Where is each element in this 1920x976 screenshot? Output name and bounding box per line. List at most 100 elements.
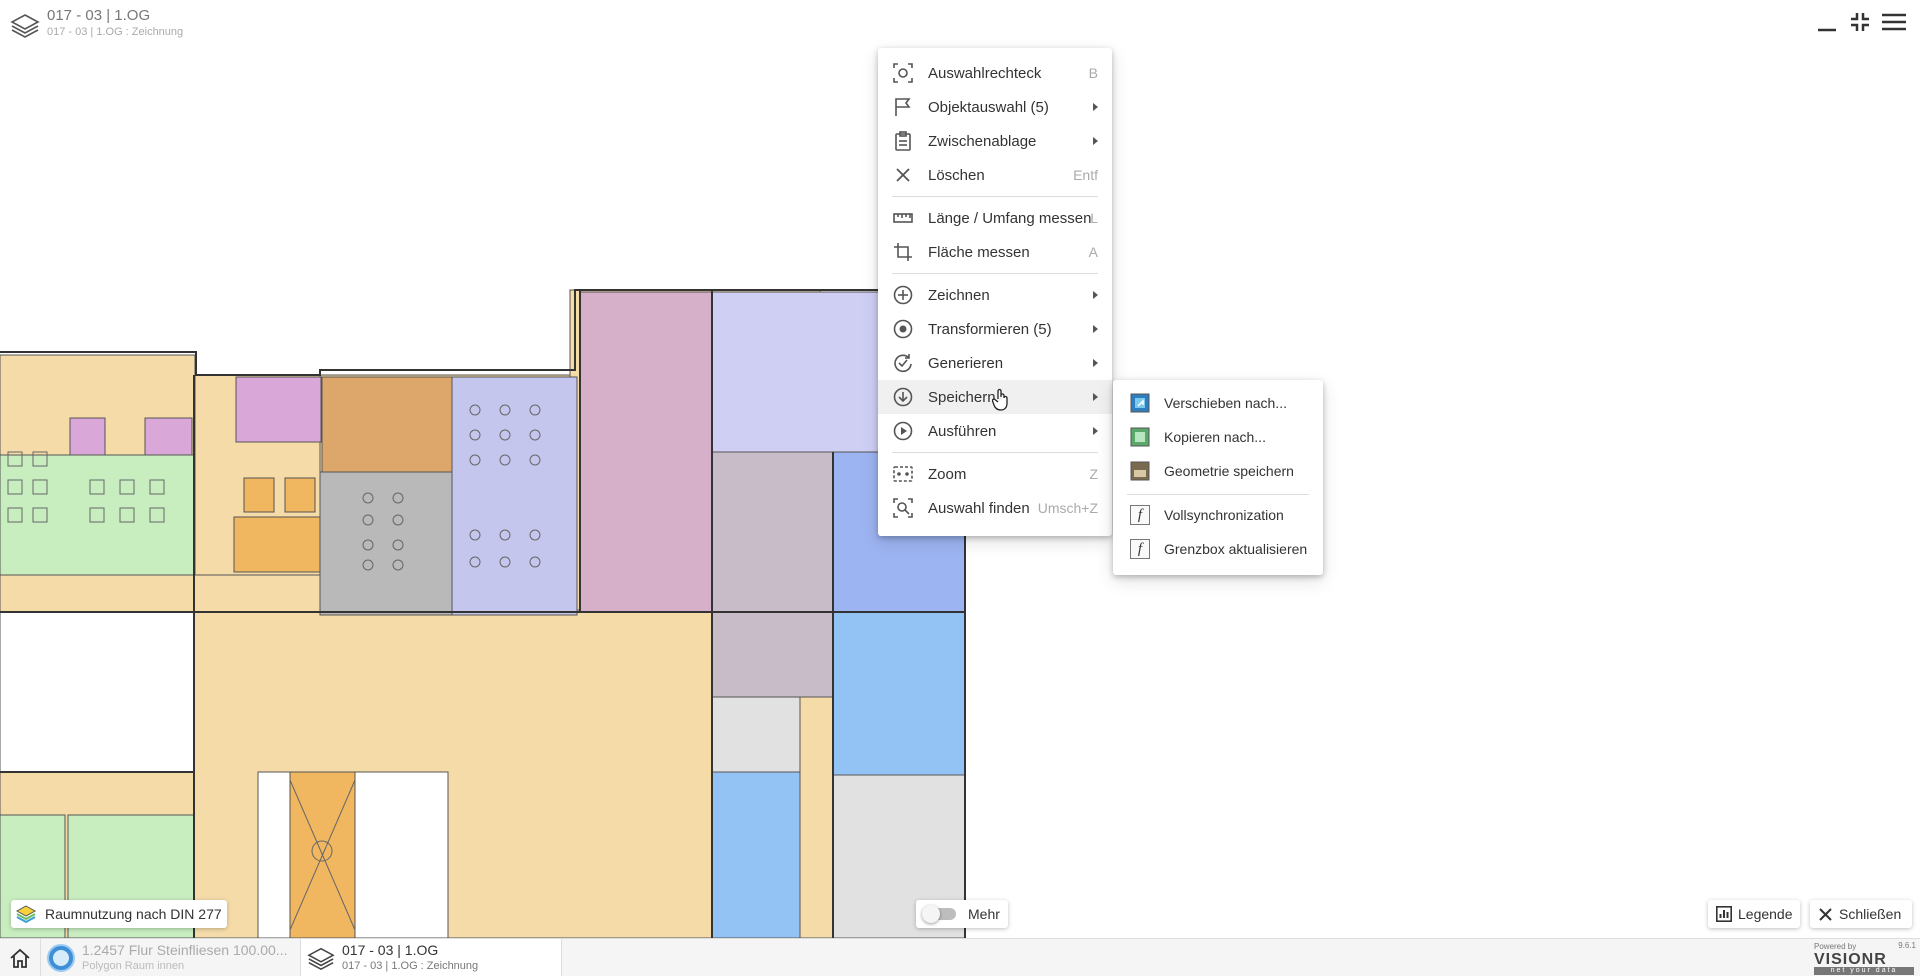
menu-item-label: Zoom <box>928 465 967 483</box>
powered-by-label: Powered by <box>1814 942 1857 951</box>
context-menu: Auswahlrechteck B Objektauswahl (5) Zwis… <box>878 48 1112 536</box>
selection-rectangle-icon <box>893 63 913 83</box>
menu-item-label: Zwischenablage <box>928 132 1037 150</box>
menu-item-objektauswahl[interactable]: Objektauswahl (5) <box>878 90 1112 124</box>
room-magenta-3 <box>235 376 322 443</box>
ruler-icon <box>893 213 913 223</box>
room-pink <box>579 291 713 613</box>
visionr-logo: Powered by 9.6.1 VISIONR net your data <box>1812 941 1918 975</box>
menu-item-laenge-messen[interactable]: Länge / Umfang messen L <box>878 201 1112 235</box>
speichern-submenu: Verschieben nach... Kopieren nach... Geo… <box>1113 380 1323 575</box>
layers-stack-icon <box>16 905 36 924</box>
page-subtitle: 017 - 03 | 1.OG : Zeichnung <box>47 26 184 38</box>
submenu-arrow-icon <box>1093 427 1098 435</box>
app-header: 017 - 03 | 1.OG 017 - 03 | 1.OG : Zeichn… <box>0 0 1920 50</box>
hamburger-menu-icon[interactable] <box>1882 12 1906 32</box>
mehr-toggle-switch[interactable] <box>922 905 956 923</box>
minimize-icon[interactable] <box>1818 12 1836 32</box>
bar-chart-icon <box>1716 906 1732 922</box>
refresh-check-icon <box>894 354 912 373</box>
menu-item-ausfuehren[interactable]: Ausführen <box>878 414 1112 448</box>
selected-object-title: 1.2457 Flur Steinfliesen 100.00... <box>82 942 288 958</box>
room-mauve <box>711 451 834 698</box>
submenu-item-label: Grenzbox aktualisieren <box>1164 541 1308 557</box>
room-magenta-1 <box>69 417 106 456</box>
function-icon: f <box>1130 539 1150 559</box>
menu-item-label: Zeichnen <box>928 286 990 304</box>
menu-item-flaeche-messen[interactable]: Fläche messen A <box>878 235 1112 269</box>
selected-object-subtitle: Polygon Raum innen <box>82 960 185 972</box>
legende-button[interactable]: Legende <box>1708 900 1800 928</box>
submenu-item-label: Vollsynchronization <box>1164 507 1284 523</box>
menu-item-label: Löschen <box>928 166 985 184</box>
flag-icon <box>895 98 911 116</box>
copy-layer-icon <box>1130 427 1150 447</box>
menu-item-auswahlrechteck[interactable]: Auswahlrechteck B <box>878 56 1112 90</box>
menu-item-zoom[interactable]: Zoom Z <box>878 457 1112 491</box>
page-title: 017 - 03 | 1.OG <box>47 7 151 24</box>
menu-item-generieren[interactable]: Generieren <box>878 346 1112 380</box>
submenu-arrow-icon <box>1093 103 1098 111</box>
selected-object-tab[interactable]: 1.2457 Flur Steinfliesen 100.00... Polyg… <box>42 939 300 976</box>
menu-item-auswahl-finden[interactable]: Auswahl finden Umsch+Z <box>878 491 1112 525</box>
close-icon <box>896 168 910 182</box>
raumnutzung-layer-chip[interactable]: Raumnutzung nach DIN 277 <box>11 900 227 928</box>
menu-item-label: Objektauswahl (5) <box>928 98 1049 116</box>
layer-subtitle: 017 - 03 | 1.OG : Zeichnung <box>342 960 479 972</box>
collapse-icon[interactable] <box>1850 12 1870 32</box>
submenu-item-vollsynchronization[interactable]: f Vollsynchronization <box>1113 498 1323 532</box>
room-orange <box>321 376 453 473</box>
layer-title: 017 - 03 | 1.OG <box>342 942 439 958</box>
menu-divider <box>892 273 1098 274</box>
menu-item-loeschen[interactable]: Löschen Entf <box>878 158 1112 192</box>
room-light-gray-1 <box>711 696 801 773</box>
menu-item-label: Transformieren (5) <box>928 320 1052 338</box>
room-blue-right <box>832 611 966 776</box>
menu-item-label: Ausführen <box>928 422 997 440</box>
schliessen-button[interactable]: Schließen <box>1810 900 1912 928</box>
room-magenta-2 <box>144 417 193 456</box>
menu-item-label: Generieren <box>928 354 1004 372</box>
submenu-item-geometrie-speichern[interactable]: Geometrie speichern <box>1113 454 1323 488</box>
shortcut-label: Z <box>1089 466 1098 482</box>
room-corridor-strip <box>799 696 834 938</box>
bar-divider <box>561 939 562 976</box>
mehr-label: Mehr <box>968 906 1000 922</box>
find-selection-icon <box>893 498 913 518</box>
submenu-item-verschieben[interactable]: Verschieben nach... <box>1113 386 1323 420</box>
download-circle-icon <box>893 387 913 407</box>
room-blue-bottom <box>711 771 801 938</box>
submenu-arrow-icon <box>1093 325 1098 333</box>
move-layer-icon <box>1130 393 1150 413</box>
function-icon: f <box>1130 505 1150 525</box>
submenu-arrow-icon <box>1093 291 1098 299</box>
menu-divider <box>892 452 1098 453</box>
crop-icon <box>894 243 912 261</box>
menu-item-zeichnen[interactable]: Zeichnen <box>878 278 1112 312</box>
menu-item-transformieren[interactable]: Transformieren (5) <box>878 312 1112 346</box>
menu-item-zwischenablage[interactable]: Zwischenablage <box>878 124 1112 158</box>
menu-item-speichern[interactable]: Speichern <box>878 380 1112 414</box>
home-icon[interactable] <box>9 948 31 968</box>
zoom-frame-icon <box>893 466 913 482</box>
save-geometry-icon <box>1130 461 1150 481</box>
shortcut-label: Umsch+Z <box>1037 500 1098 516</box>
submenu-arrow-icon <box>1093 359 1098 367</box>
layers-icon[interactable] <box>10 12 40 38</box>
brand-tagline: net your data <box>1814 967 1914 975</box>
plus-circle-icon <box>893 285 913 305</box>
courtyard-void <box>0 611 195 773</box>
mehr-toggle-chip[interactable]: Mehr <box>916 900 1008 928</box>
layer-tab[interactable]: 017 - 03 | 1.OG 017 - 03 | 1.OG : Zeichn… <box>301 939 561 976</box>
submenu-item-kopieren[interactable]: Kopieren nach... <box>1113 420 1323 454</box>
legende-label: Legende <box>1738 906 1793 922</box>
room-elevator-1 <box>243 477 275 513</box>
polygon-object-icon <box>47 944 75 972</box>
shortcut-label: B <box>1088 65 1098 81</box>
version-label: 9.6.1 <box>1898 941 1916 950</box>
submenu-item-grenzbox[interactable]: f Grenzbox aktualisieren <box>1113 532 1323 566</box>
menu-item-label: Speichern <box>928 388 996 406</box>
menu-item-label: Auswahlrechteck <box>928 64 1042 82</box>
submenu-item-label: Kopieren nach... <box>1164 429 1266 445</box>
menu-divider <box>892 196 1098 197</box>
